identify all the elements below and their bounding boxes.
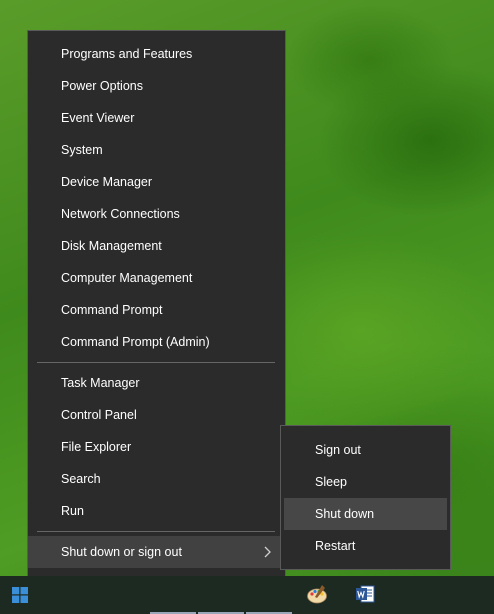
submenu-item-sign-out[interactable]: Sign out xyxy=(284,434,447,466)
paint-icon xyxy=(307,585,327,604)
taskbar-app-word[interactable] xyxy=(342,576,388,614)
menu-item-run[interactable]: Run xyxy=(28,495,285,527)
menu-item-computer-management[interactable]: Computer Management xyxy=(28,262,285,294)
taskbar-app[interactable] xyxy=(198,576,244,614)
taskbar xyxy=(0,576,494,614)
menu-item-command-prompt-admin[interactable]: Command Prompt (Admin) xyxy=(28,326,285,358)
menu-item-command-prompt[interactable]: Command Prompt xyxy=(28,294,285,326)
word-icon xyxy=(356,585,375,603)
menu-item-task-manager[interactable]: Task Manager xyxy=(28,367,285,399)
menu-divider xyxy=(37,362,275,363)
menu-item-shut-down-or-sign-out[interactable]: Shut down or sign out xyxy=(28,536,285,568)
menu-item-control-panel[interactable]: Control Panel xyxy=(28,399,285,431)
shutdown-submenu: Sign out Sleep Shut down Restart xyxy=(280,425,451,570)
submenu-item-restart[interactable]: Restart xyxy=(284,530,447,562)
menu-item-disk-management[interactable]: Disk Management xyxy=(28,230,285,262)
winx-context-menu: Programs and Features Power Options Even… xyxy=(27,30,286,610)
menu-item-file-explorer[interactable]: File Explorer xyxy=(28,431,285,463)
menu-item-programs-and-features[interactable]: Programs and Features xyxy=(28,38,285,70)
chevron-right-icon xyxy=(264,536,276,568)
start-button[interactable] xyxy=(0,576,40,614)
taskbar-app[interactable] xyxy=(246,576,292,614)
taskbar-app-paint[interactable] xyxy=(294,576,340,614)
menu-item-device-manager[interactable]: Device Manager xyxy=(28,166,285,198)
submenu-item-shut-down[interactable]: Shut down xyxy=(284,498,447,530)
menu-item-label: Shut down or sign out xyxy=(61,545,182,559)
menu-item-event-viewer[interactable]: Event Viewer xyxy=(28,102,285,134)
submenu-item-sleep[interactable]: Sleep xyxy=(284,466,447,498)
menu-divider xyxy=(37,531,275,532)
taskbar-app[interactable] xyxy=(150,576,196,614)
menu-item-power-options[interactable]: Power Options xyxy=(28,70,285,102)
menu-item-system[interactable]: System xyxy=(28,134,285,166)
windows-start-icon xyxy=(12,587,28,603)
menu-item-network-connections[interactable]: Network Connections xyxy=(28,198,285,230)
menu-item-search[interactable]: Search xyxy=(28,463,285,495)
